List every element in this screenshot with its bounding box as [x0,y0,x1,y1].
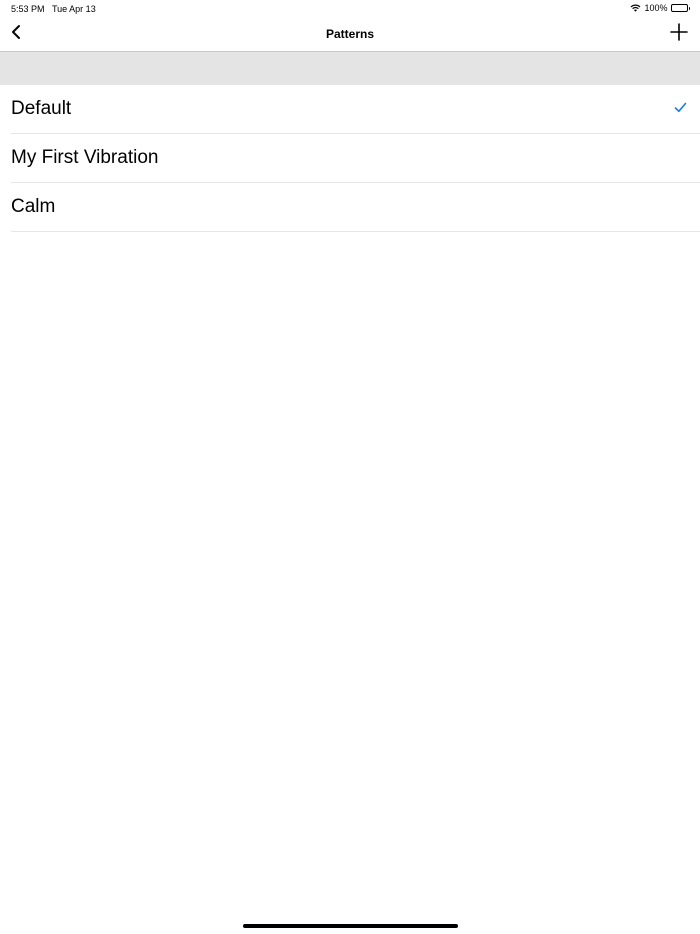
status-bar: 5:53 PM Tue Apr 13 100% [0,0,700,18]
plus-icon [670,22,688,46]
pattern-label: My First Vibration [11,147,159,168]
pattern-item-calm[interactable]: Calm [11,183,700,232]
status-time: 5:53 PM [11,4,45,14]
status-indicators: 100% [630,3,690,13]
status-date: Tue Apr 13 [52,4,96,14]
pattern-list: Default My First Vibration Calm [0,85,700,232]
section-header [0,52,700,85]
wifi-icon [630,4,641,12]
checkmark-icon [674,100,687,118]
pattern-label: Calm [11,196,56,217]
battery-icon [670,4,690,12]
pattern-item-default[interactable]: Default [11,85,700,134]
add-pattern-button[interactable] [668,22,690,46]
page-title: Patterns [325,27,375,41]
battery-percent: 100% [644,3,668,13]
pattern-item-my-first-vibration[interactable]: My First Vibration [11,134,700,183]
patterns-screen: 5:53 PM Tue Apr 13 100% Patterns Default… [0,0,700,934]
pattern-label: Default [11,98,72,119]
home-indicator[interactable] [243,924,458,928]
navigation-bar: Patterns [0,18,700,52]
